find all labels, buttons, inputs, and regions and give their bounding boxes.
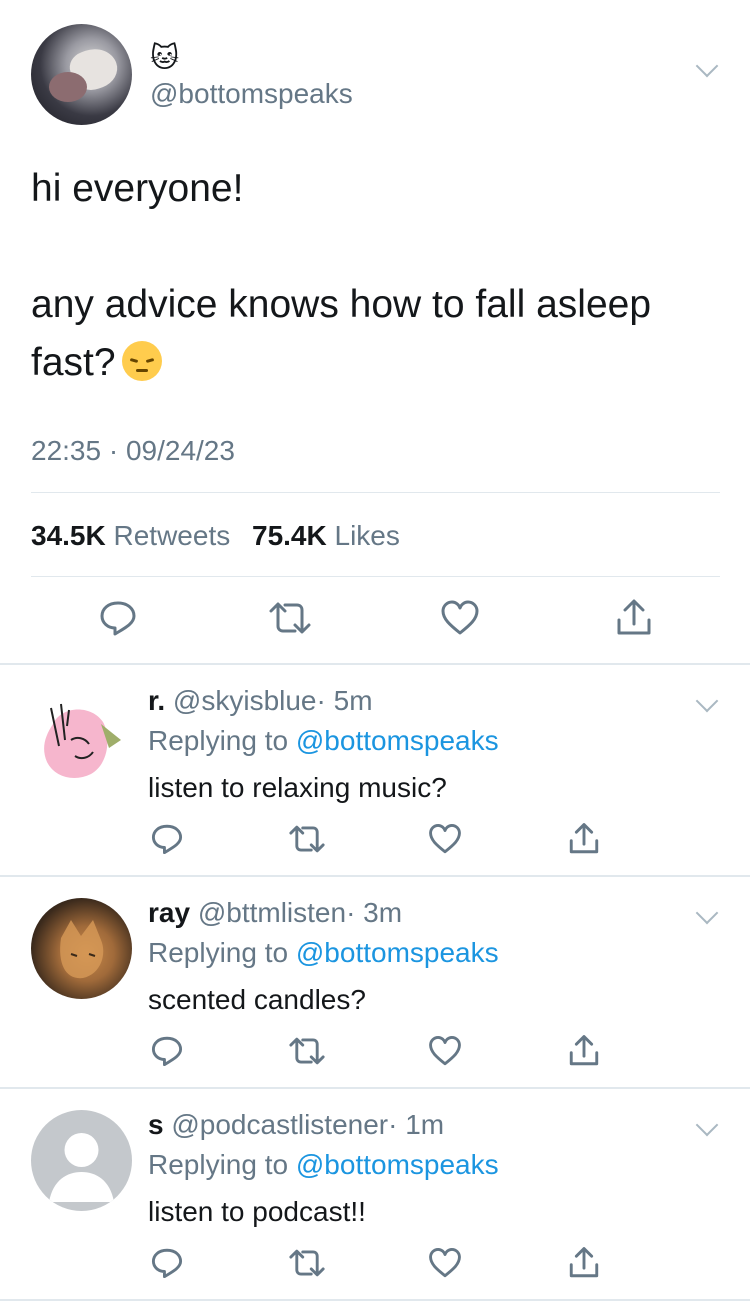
reply-tweet[interactable]: r. @skyisblue· 5m Replying to @bottomspe… [0,664,750,875]
replying-to: Replying to @bottomspeaks [148,1148,499,1182]
reply-name[interactable]: r. [148,685,165,716]
tweet-text-line-1: hi everyone! [31,167,244,210]
display-name[interactable]: 🐱 [150,42,179,74]
reply-handle[interactable]: @bttmlisten [198,897,346,928]
heart-icon[interactable] [428,1246,462,1280]
retweet-icon[interactable] [288,1246,326,1280]
share-icon[interactable] [614,598,654,638]
chevron-down-icon[interactable] [695,1113,719,1137]
reply-handle[interactable]: @podcastlistener [171,1109,388,1140]
reply-text: listen to relaxing music? [148,772,447,803]
reply-actions [0,822,750,872]
tweet-text: hi everyone! any advice knows how to fal… [31,160,711,392]
reply-tweet[interactable]: s @podcastlistener· 1m Replying to @bott… [0,1088,750,1299]
tweet-timestamp[interactable]: 22:35 · 09/24/23 [31,434,235,468]
avatar[interactable] [31,686,132,787]
divider [31,492,720,493]
avatar[interactable] [31,24,132,125]
reply-time: · 1m [388,1109,445,1140]
pensive-face-icon [121,341,162,381]
tweet-actions [0,598,750,648]
reply-icon[interactable] [150,822,184,856]
reply-text: listen to podcast!! [148,1196,366,1227]
avatar[interactable] [31,1110,132,1211]
chevron-down-icon[interactable] [695,54,719,78]
replying-to: Replying to @bottomspeaks [148,724,499,758]
reply-actions [0,1034,750,1084]
reply-header: s @podcastlistener· 1m [148,1108,444,1142]
share-icon[interactable] [567,1246,601,1280]
heart-icon[interactable] [428,822,462,856]
replying-to-label: Replying to [148,725,289,756]
retweet-icon[interactable] [288,822,326,856]
reply-header: r. @skyisblue· 5m [148,684,373,718]
share-icon[interactable] [567,1034,601,1068]
reply-icon[interactable] [150,1034,184,1068]
tweet-stats: 34.5K Retweets 75.4K Likes [31,518,414,554]
user-handle[interactable]: @bottomspeaks [150,77,353,111]
reply-text: scented candles? [148,984,366,1015]
likes-label[interactable]: Likes [335,520,400,551]
retweet-icon[interactable] [288,1034,326,1068]
reply-actions [0,1246,750,1296]
retweet-icon[interactable] [268,598,311,638]
reply-time: · 5m [316,685,373,716]
reply-name[interactable]: ray [148,897,190,928]
replying-to: Replying to @bottomspeaks [148,936,499,970]
retweets-count[interactable]: 34.5K [31,520,106,551]
mention-link[interactable]: @bottomspeaks [296,1149,499,1180]
replying-to-label: Replying to [148,1149,289,1180]
reply-icon[interactable] [98,598,138,638]
chevron-down-icon[interactable] [695,901,719,925]
replying-to-label: Replying to [148,937,289,968]
mention-link[interactable]: @bottomspeaks [296,937,499,968]
divider [31,576,720,577]
avatar[interactable] [31,898,132,999]
reply-icon[interactable] [150,1246,184,1280]
heart-icon[interactable] [428,1034,462,1068]
heart-icon[interactable] [440,598,480,638]
reply-header: ray @bttmlisten· 3m [148,896,402,930]
retweets-label[interactable]: Retweets [114,520,231,551]
mention-link[interactable]: @bottomspeaks [296,725,499,756]
main-tweet: 🐱 @bottomspeaks hi everyone! any advice … [0,0,750,664]
reply-tweet[interactable]: ray @bttmlisten· 3m Replying to @bottoms… [0,876,750,1087]
reply-handle[interactable]: @skyisblue [173,685,317,716]
likes-count[interactable]: 75.4K [252,520,327,551]
reply-name[interactable]: s [148,1109,164,1140]
reply-time: · 3m [346,897,403,928]
chevron-down-icon[interactable] [695,689,719,713]
share-icon[interactable] [567,822,601,856]
